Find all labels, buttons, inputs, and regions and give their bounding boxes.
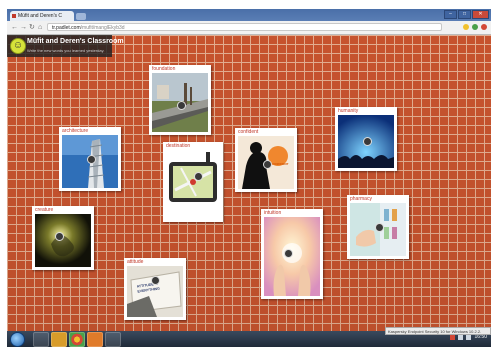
bookmark-star-icon[interactable] (463, 24, 469, 30)
padlet-subtitle: Write the new words you learned yesterda… (27, 48, 105, 53)
tray-network-icon[interactable] (458, 334, 464, 340)
author-avatar (55, 232, 64, 241)
post-label: intuition (264, 210, 282, 216)
author-avatar (87, 155, 96, 164)
post-card-foundation[interactable]: foundation (149, 65, 211, 135)
back-icon[interactable]: ← (11, 24, 18, 31)
new-tab-button[interactable] (76, 13, 86, 20)
url-domain: tr.padlet.com (52, 25, 81, 31)
post-card-architecture[interactable]: architecture (59, 127, 121, 191)
window-controls: – □ ✕ (444, 10, 489, 19)
post-label: foundation (152, 66, 176, 72)
author-avatar (177, 101, 186, 110)
desktop-screen: Müfit and Deren's C – □ ✕ ← → ↻ ⌂ tr.pad… (7, 9, 491, 347)
browser-chrome: Müfit and Deren's C – □ ✕ ← → ↻ ⌂ tr.pad… (7, 9, 491, 35)
intuition-photo (264, 217, 320, 296)
author-avatar (151, 276, 160, 285)
intuition-image (264, 217, 320, 296)
confident-text: CONFIDENT (271, 162, 289, 166)
close-button[interactable]: ✕ (472, 10, 489, 19)
taskbar-media-icon[interactable] (87, 332, 103, 347)
padlet-title: Müfit and Deren's Classroom (27, 38, 124, 45)
creature-photo (35, 214, 91, 267)
browser-tab[interactable]: Müfit and Deren's C (10, 11, 74, 21)
post-card-confident[interactable]: confident CONFIDENT (235, 128, 297, 192)
post-label: pharmacy (350, 196, 372, 202)
menu-icon[interactable] (481, 24, 487, 30)
tab-title: Müfit and Deren's C (18, 13, 63, 19)
taskbar-ie-icon[interactable] (33, 332, 49, 347)
extension-icon[interactable] (472, 24, 478, 30)
post-label: creature (35, 207, 54, 213)
home-icon[interactable]: ⌂ (38, 24, 42, 31)
author-avatar (375, 223, 384, 232)
taskbar-folder-icon[interactable] (51, 332, 67, 347)
address-bar[interactable]: tr.padlet.com/mufit/manglEkyb3d (47, 23, 442, 31)
post-label: confident (238, 129, 259, 135)
author-avatar (363, 137, 372, 146)
post-label: humanity (338, 108, 359, 114)
minimize-button[interactable]: – (444, 10, 457, 19)
post-card-pharmacy[interactable]: pharmacy (347, 195, 409, 259)
url-path: /mufit/manglEkyb3d (80, 25, 125, 31)
taskbar-chrome-icon[interactable] (69, 332, 85, 347)
forward-icon[interactable]: → (20, 24, 27, 31)
reload-icon[interactable]: ↻ (29, 24, 35, 31)
post-card-humanity[interactable]: humanity (335, 107, 397, 171)
post-card-destination[interactable]: destination (163, 142, 223, 222)
padlet-header: ☺ Müfit and Deren's Classroom Write the … (7, 35, 124, 57)
author-avatar (284, 249, 293, 258)
post-label: attitude (127, 259, 144, 265)
tray-antivirus-icon[interactable] (450, 334, 456, 340)
creature-image (35, 214, 91, 267)
maximize-button[interactable]: □ (458, 10, 471, 19)
author-avatar (194, 172, 203, 181)
gps-device-photo (166, 150, 220, 219)
post-card-intuition[interactable]: intuition (261, 209, 323, 299)
extension-area (463, 24, 487, 30)
post-label: architecture (62, 128, 89, 134)
tray-volume-icon[interactable] (466, 334, 472, 340)
smiley-icon: ☺ (10, 38, 26, 54)
antivirus-notification: Kaspersky Endpoint Security 10 for Windo… (385, 327, 491, 335)
padlet-wall[interactable]: ☺ Müfit and Deren's Classroom Write the … (7, 35, 491, 331)
post-label: destination (166, 143, 191, 149)
post-card-creature[interactable]: creature (32, 206, 94, 270)
browser-toolbar: ← → ↻ ⌂ tr.padlet.com/mufit/manglEkyb3d (7, 21, 491, 35)
author-avatar (263, 160, 272, 169)
start-button[interactable] (10, 332, 25, 347)
padlet-favicon-icon (12, 14, 16, 18)
post-card-attitude[interactable]: attitude ATTITUDE IS EVERYTHING (124, 258, 186, 320)
gps-device-image (166, 150, 220, 219)
taskbar-app-icon[interactable] (105, 332, 121, 347)
attitude-photo: ATTITUDE IS EVERYTHING (127, 266, 183, 317)
